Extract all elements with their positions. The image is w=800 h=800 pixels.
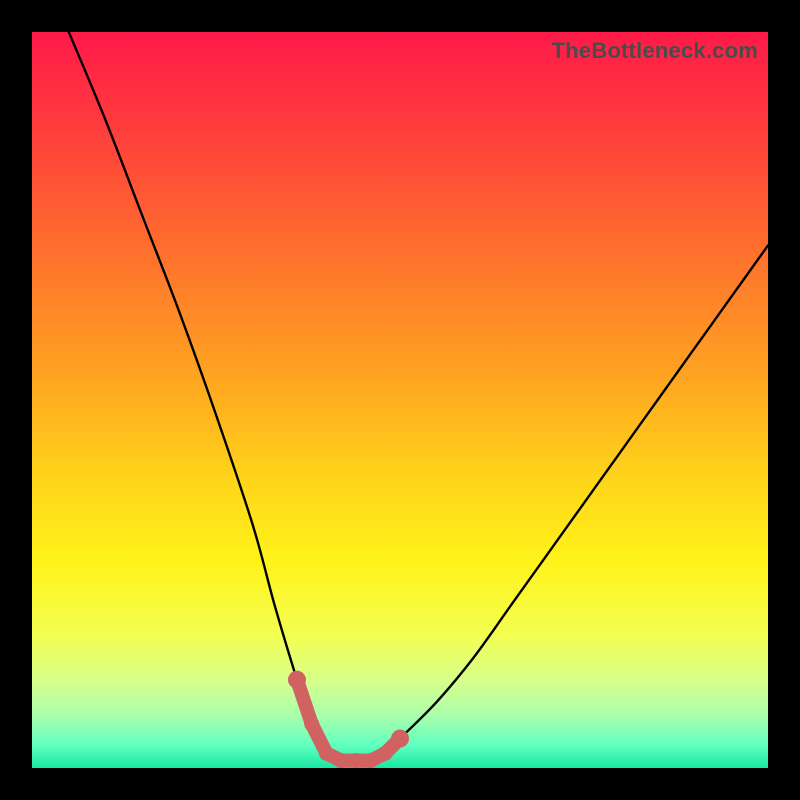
marker-dot <box>288 671 306 689</box>
bottleneck-curve <box>69 32 768 761</box>
marker-dot <box>363 753 378 768</box>
marker-dot <box>391 730 409 748</box>
marker-dot <box>378 746 393 761</box>
chart-frame: TheBottleneck.com <box>0 0 800 800</box>
marker-dot <box>334 753 349 768</box>
marker-dot <box>304 716 319 731</box>
marker-dot <box>319 746 334 761</box>
watermark-text: TheBottleneck.com <box>552 38 758 64</box>
marker-dot <box>348 753 363 768</box>
plot-area: TheBottleneck.com <box>32 32 768 768</box>
marker-group <box>288 671 409 768</box>
curve-layer <box>32 32 768 768</box>
